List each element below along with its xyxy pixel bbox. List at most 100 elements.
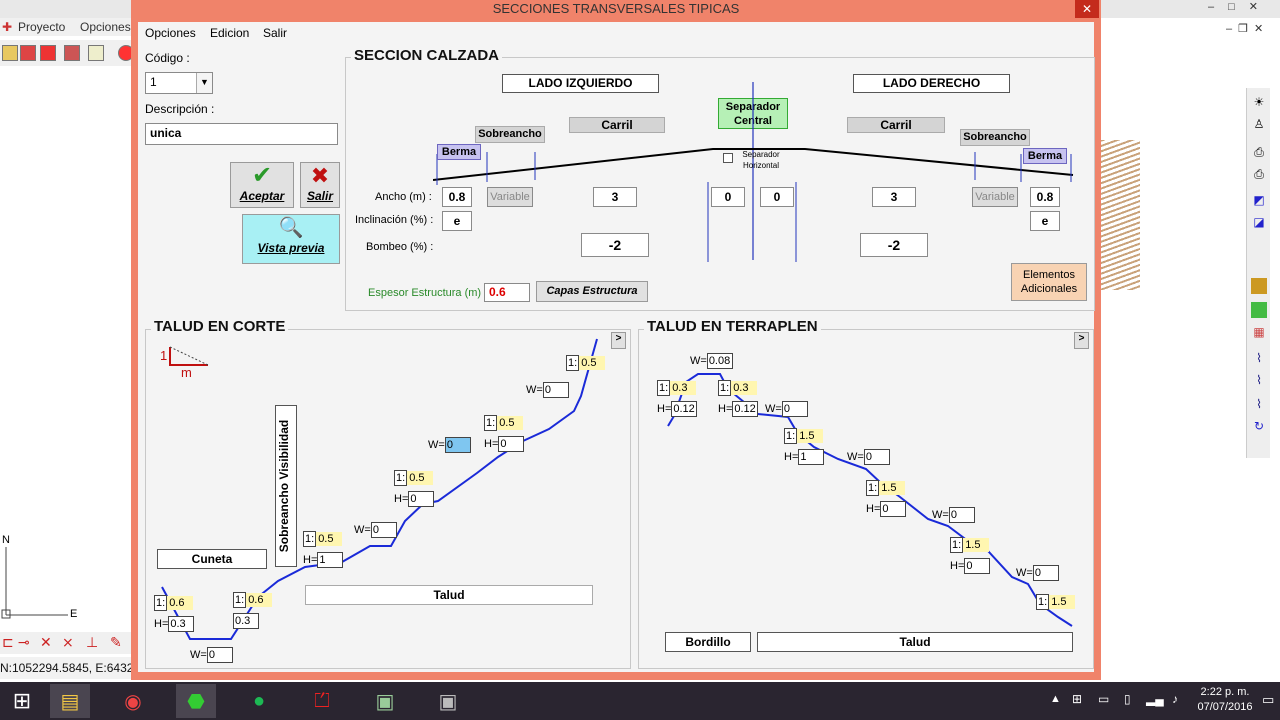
printer2-icon[interactable]: ⎙ [1251,166,1267,182]
printer-icon[interactable]: ⎙ [1251,144,1267,160]
ancho-berma-izq-input[interactable]: 0.8 [442,187,472,207]
terraplen-step2-ratio[interactable]: 1.5 [879,481,906,495]
cuneta-w-value[interactable]: 0 [206,647,233,663]
terraplen-top-w[interactable]: 0.08 [706,353,733,369]
inclinacion-izq-input[interactable]: e [442,211,472,231]
separador-der-input[interactable]: 0 [760,187,794,207]
ancho-berma-der-input[interactable]: 0.8 [1030,187,1060,207]
menu-proyecto[interactable]: Proyecto [18,20,65,34]
variable-izq-input[interactable]: Variable [487,187,533,207]
close-icon[interactable]: ✕ [1075,0,1099,18]
terraplen-step3-ratio[interactable]: 1.5 [963,538,990,552]
snap-perp-icon[interactable]: ⊥ [86,634,98,651]
carril-izq-input[interactable]: 3 [593,187,637,207]
tray-volume-icon[interactable]: ♪ [1172,692,1178,706]
civil-app-icon[interactable]: ⬣ [176,684,216,718]
pencil-icon[interactable]: ✎ [110,634,122,651]
grid-icon[interactable]: ▦ [1251,324,1267,340]
menu-opciones[interactable]: Opciones [145,26,196,40]
snap-near-icon[interactable]: ⨯ [62,634,74,651]
tray-device-icon[interactable]: ▯ [1124,692,1131,706]
corte-step3-h[interactable]: 0 [408,491,435,507]
tray-chevron-icon[interactable]: ▲ [1050,693,1061,705]
menu-edicion[interactable]: Edicion [210,26,249,40]
layer2-icon[interactable]: ◪ [1251,214,1267,230]
terraplen-left-h[interactable]: 0.12 [671,401,698,417]
terraplen-step3-w[interactable]: 0 [1032,565,1059,581]
cmd-icon[interactable]: ▣ [365,684,405,718]
descripcion-input[interactable]: unica [145,123,338,145]
corte-step1-ratio[interactable]: 0.6 [246,593,273,607]
snap-end-icon[interactable]: ⊏ [2,634,14,651]
capas-estructura-button[interactable]: Capas Estructura [536,281,648,302]
corte-step1-h[interactable]: 0.3 [233,613,259,629]
curve3-icon[interactable]: ⌇ [1251,396,1267,412]
codigo-select[interactable]: 1 ▼ [145,72,213,94]
terraplen-mid-ratio[interactable]: 0.3 [731,381,758,395]
green-icon[interactable] [1251,302,1267,318]
menu-salir[interactable]: Salir [263,26,287,40]
menu-opciones[interactable]: Opciones [80,20,131,34]
terraplen-mid-h[interactable]: 0.12 [732,401,759,417]
elementos-adicionales-button[interactable]: Elementos Adicionales [1011,263,1087,301]
sobreancho-der-label: Sobreancho [960,129,1030,146]
project-icon[interactable] [20,45,36,61]
separador-izq-input[interactable]: 0 [711,187,745,207]
terraplen-step1-ratio[interactable]: 1.5 [797,429,824,443]
tray-network-icon[interactable]: ▭ [1098,692,1109,706]
bombeo-izq-input[interactable]: -2 [581,233,649,257]
separador-horizontal-checkbox[interactable] [723,153,733,163]
tray-windows-icon[interactable]: ⊞ [1072,692,1082,706]
curve-icon[interactable]: ⌇ [1251,350,1267,366]
vista-previa-button[interactable]: 🔍 Vista previa [242,214,340,264]
espesor-input[interactable]: 0.6 [484,283,530,302]
notification-icon[interactable]: ▭ [1262,692,1274,708]
terraplen-step1-w[interactable]: 0 [863,449,890,465]
tray-signal-icon[interactable]: ▂▄ [1146,692,1164,706]
inclinacion-der-input[interactable]: e [1030,211,1060,231]
corte-step5-ratio[interactable]: 0.5 [579,356,606,370]
clock[interactable]: 2:22 p. m. 07/07/2016 [1190,685,1260,715]
terraplen-step2-w[interactable]: 0 [948,507,975,523]
corte-step2-w[interactable]: 0 [370,522,397,538]
refresh-icon[interactable]: ↻ [1251,418,1267,434]
carril-der-input[interactable]: 3 [872,187,916,207]
snap-mid-icon[interactable]: ⊸ [18,634,30,651]
corte-step4-h[interactable]: 0 [498,436,525,452]
file-explorer-icon[interactable]: ▤ [50,684,90,718]
lamp-icon[interactable]: ♙ [1251,116,1267,132]
save-icon[interactable] [88,45,104,61]
spotify-icon[interactable]: ● [239,684,279,718]
variable-der-input[interactable]: Variable [972,187,1018,207]
app-icon[interactable]: ▣ [428,684,468,718]
terraplen-mid-w[interactable]: 0 [781,401,808,417]
corte-step4-w[interactable]: 0 [542,382,569,398]
snap-int-icon[interactable]: ✕ [40,634,52,651]
cuneta-h-value[interactable]: 0.3 [168,616,195,632]
corte-step4-ratio[interactable]: 0.5 [497,416,524,430]
terraplen-step2-h[interactable]: 0 [880,501,907,517]
curve2-icon[interactable]: ⌇ [1251,372,1267,388]
terraplen-step4-ratio[interactable]: 1.5 [1049,595,1076,609]
terraplen-step1-h[interactable]: 1 [798,449,825,465]
corte-step3-w[interactable]: 0 [444,437,471,453]
open-folder-icon[interactable] [2,45,18,61]
bulb-icon[interactable]: ☀ [1251,94,1267,110]
corte-step2-ratio[interactable]: 0.5 [316,532,343,546]
terrain-icon[interactable] [1251,278,1267,294]
aceptar-button[interactable]: ✔ Aceptar [230,162,294,208]
chrome-icon[interactable]: ◉ [113,684,153,718]
chevron-down-icon[interactable]: ▼ [196,73,212,93]
pdf-icon[interactable]: ⏍ [302,684,342,718]
cuneta-ratio-value[interactable]: 0.6 [167,596,194,610]
salir-button[interactable]: ✖ Salir [300,162,340,208]
corte-step2-h[interactable]: 1 [317,552,344,568]
terraplen-left-ratio[interactable]: 0.3 [670,381,697,395]
layer-icon[interactable]: ◩ [1251,192,1267,208]
edit-icon[interactable] [40,45,56,61]
corte-step3-ratio[interactable]: 0.5 [407,471,434,485]
tool-icon[interactable] [64,45,80,61]
windows-start-icon[interactable]: ⊞ [2,684,42,718]
terraplen-step3-h[interactable]: 0 [964,558,991,574]
bombeo-der-input[interactable]: -2 [860,233,928,257]
